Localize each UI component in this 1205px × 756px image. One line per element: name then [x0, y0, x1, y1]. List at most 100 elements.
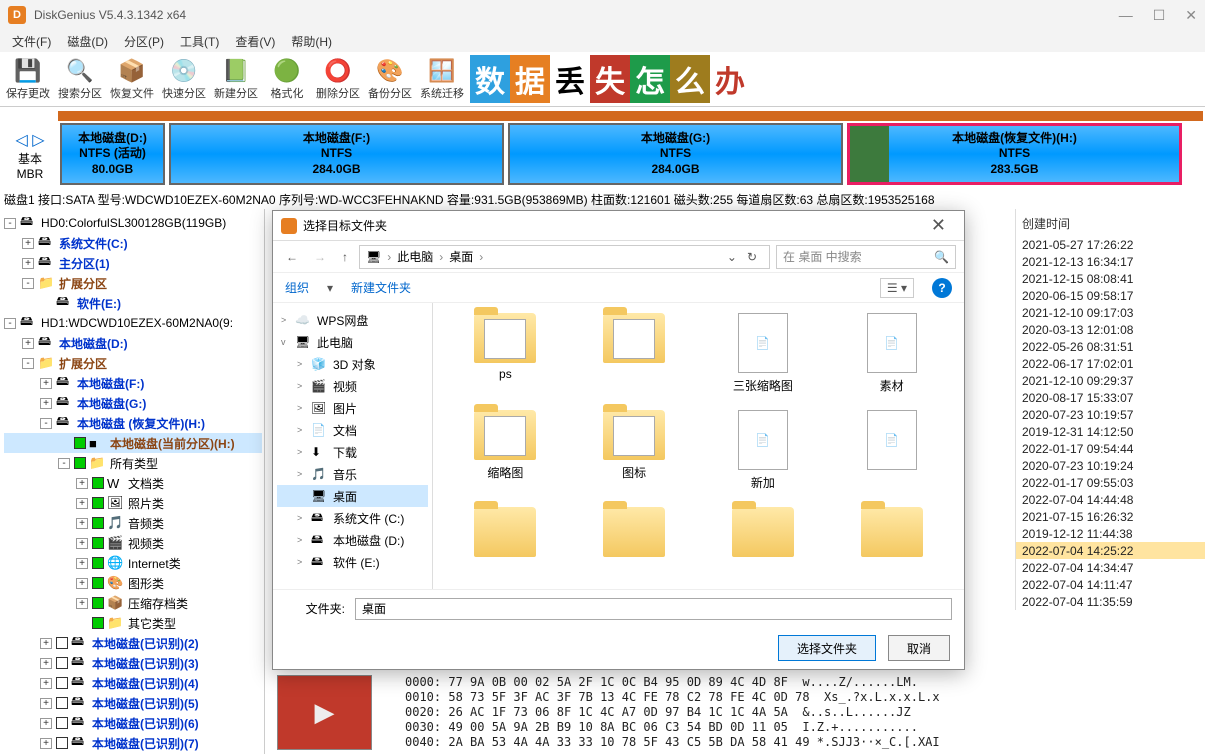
folder-item[interactable]: ps: [443, 309, 568, 398]
folder-item[interactable]: [829, 503, 954, 565]
tool-恢复文件[interactable]: 📦恢复文件: [106, 55, 158, 103]
time-row[interactable]: 2022-01-17 09:54:44: [1016, 440, 1205, 457]
sidebar-item[interactable]: >🖴软件 (E:): [277, 551, 428, 573]
minimize-button[interactable]: —: [1119, 7, 1133, 24]
crumb-refresh-icon[interactable]: ↻: [747, 250, 757, 264]
tree-checkbox[interactable]: [56, 637, 68, 649]
tree-toggle[interactable]: -: [4, 218, 16, 229]
tree-node[interactable]: -🖴本地磁盘 (恢复文件)(H:): [4, 413, 262, 433]
dialog-folder-grid[interactable]: ps📄三张缩略图📄素材缩略图图标📄新加📄: [433, 303, 964, 589]
tree-toggle[interactable]: +: [40, 378, 52, 389]
nav-back-button[interactable]: ←: [281, 247, 303, 267]
time-row[interactable]: 2021-07-15 16:26:32: [1016, 508, 1205, 525]
tree-toggle[interactable]: -: [4, 318, 16, 329]
tree-toggle[interactable]: -: [22, 278, 34, 289]
tree-node[interactable]: +🖴本地磁盘(已识别)(7): [4, 733, 262, 753]
sidebar-item[interactable]: >🧊3D 对象: [277, 353, 428, 375]
tree-node[interactable]: +🎬视频类: [4, 533, 262, 553]
view-mode-button[interactable]: ☰ ▾: [880, 278, 914, 298]
time-row[interactable]: 2021-12-13 16:34:17: [1016, 253, 1205, 270]
tree-node[interactable]: +🖴本地磁盘(已识别)(4): [4, 673, 262, 693]
menu-item[interactable]: 查看(V): [227, 31, 283, 52]
tree-node[interactable]: 🖴软件(E:): [4, 293, 262, 313]
sidebar-item[interactable]: >🖴本地磁盘 (D:): [277, 529, 428, 551]
time-row[interactable]: 2022-07-04 11:35:59: [1016, 593, 1205, 610]
organize-button[interactable]: 组织: [285, 279, 309, 296]
menu-item[interactable]: 磁盘(D): [59, 31, 116, 52]
tree-toggle[interactable]: +: [40, 658, 52, 669]
tool-系统迁移[interactable]: 🪟系统迁移: [416, 55, 468, 103]
menu-item[interactable]: 工具(T): [172, 31, 227, 52]
folder-item[interactable]: [572, 503, 697, 565]
tool-新建分区[interactable]: 📗新建分区: [210, 55, 262, 103]
folder-item[interactable]: 图标: [572, 406, 697, 495]
nav-arrows[interactable]: ◁ ▷: [15, 130, 44, 150]
tool-快速分区[interactable]: 💿快速分区: [158, 55, 210, 103]
crumb-dropdown-icon[interactable]: ⌄: [727, 250, 737, 264]
dialog-search-input[interactable]: 在 桌面 中搜索 🔍: [776, 245, 956, 269]
tree-checkbox[interactable]: [92, 537, 104, 549]
tree-toggle[interactable]: -: [40, 418, 52, 429]
sidebar-item[interactable]: >🎵音乐: [277, 463, 428, 485]
tree-toggle[interactable]: +: [76, 578, 88, 589]
tree-node[interactable]: +🖴本地磁盘(已识别)(2): [4, 633, 262, 653]
tree-toggle[interactable]: +: [76, 498, 88, 509]
tool-搜索分区[interactable]: 🔍搜索分区: [54, 55, 106, 103]
sidebar-item[interactable]: >🎬视频: [277, 375, 428, 397]
time-row[interactable]: 2021-12-15 08:08:41: [1016, 270, 1205, 287]
nav-forward-button[interactable]: →: [309, 247, 331, 267]
time-row[interactable]: 2021-12-10 09:29:37: [1016, 372, 1205, 389]
tree-toggle[interactable]: +: [40, 698, 52, 709]
tree-checkbox[interactable]: [92, 557, 104, 569]
tree-node[interactable]: +🌐Internet类: [4, 553, 262, 573]
sidebar-item[interactable]: v🖥此电脑: [277, 331, 428, 353]
tree-checkbox[interactable]: [92, 497, 104, 509]
tree-toggle[interactable]: -: [58, 458, 70, 469]
time-row[interactable]: 2020-07-23 10:19:24: [1016, 457, 1205, 474]
time-row[interactable]: 2022-01-17 09:55:03: [1016, 474, 1205, 491]
sidebar-item[interactable]: >⬇下载: [277, 441, 428, 463]
time-row[interactable]: 2021-12-10 09:17:03: [1016, 304, 1205, 321]
time-row[interactable]: 2021-05-27 17:26:22: [1016, 236, 1205, 253]
tree-toggle[interactable]: +: [76, 518, 88, 529]
folder-item[interactable]: 📄新加: [701, 406, 826, 495]
tree-node[interactable]: 📁其它类型: [4, 613, 262, 633]
tool-格式化[interactable]: 🟢格式化: [262, 55, 312, 103]
expand-icon[interactable]: >: [297, 425, 311, 435]
sidebar-item[interactable]: >☁️WPS网盘: [277, 309, 428, 331]
crumb-1[interactable]: 桌面: [449, 248, 473, 265]
tree-checkbox[interactable]: [56, 677, 68, 689]
tree-toggle[interactable]: +: [76, 538, 88, 549]
tree-node[interactable]: +🖴本地磁盘(D:): [4, 333, 262, 353]
partition-tree[interactable]: -🖴HD0:ColorfulSL300128GB(119GB)+🖴系统文件(C:…: [0, 209, 265, 754]
cancel-button[interactable]: 取消: [888, 635, 950, 661]
tree-checkbox[interactable]: [74, 437, 86, 449]
sidebar-item[interactable]: >🖼图片: [277, 397, 428, 419]
tree-node[interactable]: -🖴HD0:ColorfulSL300128GB(119GB): [4, 213, 262, 233]
tree-node[interactable]: +🎨图形类: [4, 573, 262, 593]
tool-删除分区[interactable]: ⭕删除分区: [312, 55, 364, 103]
folder-item[interactable]: [572, 309, 697, 398]
tree-checkbox[interactable]: [92, 577, 104, 589]
folder-item[interactable]: [701, 503, 826, 565]
tree-checkbox[interactable]: [56, 717, 68, 729]
time-row[interactable]: 2022-07-04 14:44:48: [1016, 491, 1205, 508]
time-row[interactable]: 2022-07-04 14:25:22: [1016, 542, 1205, 559]
new-folder-button[interactable]: 新建文件夹: [351, 279, 411, 296]
time-row[interactable]: 2022-06-17 17:02:01: [1016, 355, 1205, 372]
tree-toggle[interactable]: +: [40, 398, 52, 409]
tree-checkbox[interactable]: [56, 697, 68, 709]
close-button[interactable]: ✕: [1185, 7, 1197, 24]
tree-toggle[interactable]: +: [40, 678, 52, 689]
tree-toggle[interactable]: +: [40, 738, 52, 749]
tree-node[interactable]: +🖼照片类: [4, 493, 262, 513]
time-row[interactable]: 2022-07-04 14:34:47: [1016, 559, 1205, 576]
tool-保存更改[interactable]: 💾保存更改: [2, 55, 54, 103]
menu-item[interactable]: 文件(F): [4, 31, 59, 52]
sidebar-item[interactable]: >🖴系统文件 (C:): [277, 507, 428, 529]
time-row[interactable]: 2020-07-23 10:19:57: [1016, 406, 1205, 423]
folder-item[interactable]: 缩略图: [443, 406, 568, 495]
time-row[interactable]: 2022-07-04 14:11:47: [1016, 576, 1205, 593]
expand-icon[interactable]: >: [297, 557, 311, 567]
menu-item[interactable]: 分区(P): [116, 31, 172, 52]
